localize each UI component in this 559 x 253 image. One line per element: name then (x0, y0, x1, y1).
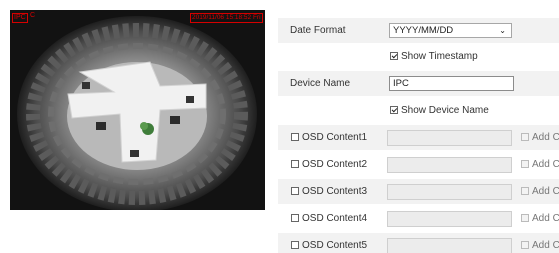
checkbox-disabled-icon[interactable] (521, 187, 529, 195)
osd-content-row: OSD Content4 Add C (278, 206, 559, 231)
osd-content5-input[interactable] (387, 238, 512, 253)
osd-content2-add-checkbox[interactable]: Add C (521, 159, 559, 170)
checkbox-disabled-icon[interactable] (521, 160, 529, 168)
osd-content5-add-checkbox[interactable]: Add C (521, 240, 559, 251)
date-format-row: Date Format YYYY/MM/DD ⌄ (278, 18, 559, 43)
date-format-select[interactable]: YYYY/MM/DD ⌄ (389, 23, 512, 38)
osd-content4-checkbox[interactable]: OSD Content4 (291, 213, 367, 224)
osd-content2-input[interactable] (387, 157, 512, 173)
date-format-value: YYYY/MM/DD (393, 25, 454, 36)
device-name-label: Device Name (290, 78, 351, 89)
osd-content3-label: OSD Content3 (302, 186, 368, 197)
add-label: Add C (532, 240, 559, 251)
add-label: Add C (532, 186, 559, 197)
checkbox-icon[interactable] (291, 133, 299, 141)
checkbox-icon[interactable] (291, 187, 299, 195)
osd-timestamp-overlay[interactable]: 2019/11/06 15:18:52 Fri (190, 13, 263, 23)
show-device-name-label: Show Device Name (401, 105, 489, 116)
checkbox-disabled-icon[interactable] (521, 133, 529, 141)
camera-preview[interactable]: IPC C 2019/11/06 15:18:52 Fri (10, 10, 265, 210)
chevron-down-icon[interactable]: ⌄ (499, 24, 506, 37)
fisheye-image (10, 10, 265, 210)
osd-content2-label: OSD Content2 (302, 159, 368, 170)
checkbox-disabled-icon[interactable] (521, 241, 529, 249)
osd-content5-checkbox[interactable]: OSD Content5 (291, 240, 367, 251)
show-timestamp-row: Show Timestamp (278, 44, 559, 69)
show-timestamp-label: Show Timestamp (401, 51, 478, 62)
osd-content4-input[interactable] (387, 211, 512, 227)
osd-content3-checkbox[interactable]: OSD Content3 (291, 186, 367, 197)
add-label: Add C (532, 213, 559, 224)
device-name-row: Device Name IPC (278, 71, 559, 96)
checkbox-icon[interactable] (291, 241, 299, 249)
date-format-label: Date Format (290, 25, 346, 36)
checkbox-checked-icon[interactable] (390, 52, 398, 60)
device-name-input[interactable]: IPC (389, 76, 514, 91)
osd-corner-mark: C (30, 12, 36, 19)
add-label: Add C (532, 132, 559, 143)
osd-content1-input[interactable] (387, 130, 512, 146)
osd-content2-checkbox[interactable]: OSD Content2 (291, 159, 367, 170)
osd-content1-label: OSD Content1 (302, 132, 368, 143)
checkbox-disabled-icon[interactable] (521, 214, 529, 222)
checkbox-checked-icon[interactable] (390, 106, 398, 114)
show-device-name-row: Show Device Name (278, 98, 559, 123)
add-label: Add C (532, 159, 559, 170)
checkbox-icon[interactable] (291, 160, 299, 168)
osd-content1-add-checkbox[interactable]: Add C (521, 132, 559, 143)
osd-content4-add-checkbox[interactable]: Add C (521, 213, 559, 224)
osd-content5-label: OSD Content5 (302, 240, 368, 251)
osd-content1-checkbox[interactable]: OSD Content1 (291, 132, 367, 143)
osd-content4-label: OSD Content4 (302, 213, 368, 224)
osd-content3-add-checkbox[interactable]: Add C (521, 186, 559, 197)
osd-settings-page: IPC C 2019/11/06 15:18:52 Fri Date Forma… (0, 0, 559, 253)
osd-content3-input[interactable] (387, 184, 512, 200)
osd-device-name-overlay[interactable]: IPC (12, 13, 28, 23)
checkbox-icon[interactable] (291, 214, 299, 222)
osd-content-row: OSD Content5 Add C (278, 233, 559, 253)
osd-content-row: OSD Content3 Add C (278, 179, 559, 204)
osd-content-row: OSD Content2 Add C (278, 152, 559, 177)
show-device-name-checkbox[interactable]: Show Device Name (390, 105, 489, 116)
osd-content-row: OSD Content1 Add C (278, 125, 559, 150)
show-timestamp-checkbox[interactable]: Show Timestamp (390, 51, 478, 62)
